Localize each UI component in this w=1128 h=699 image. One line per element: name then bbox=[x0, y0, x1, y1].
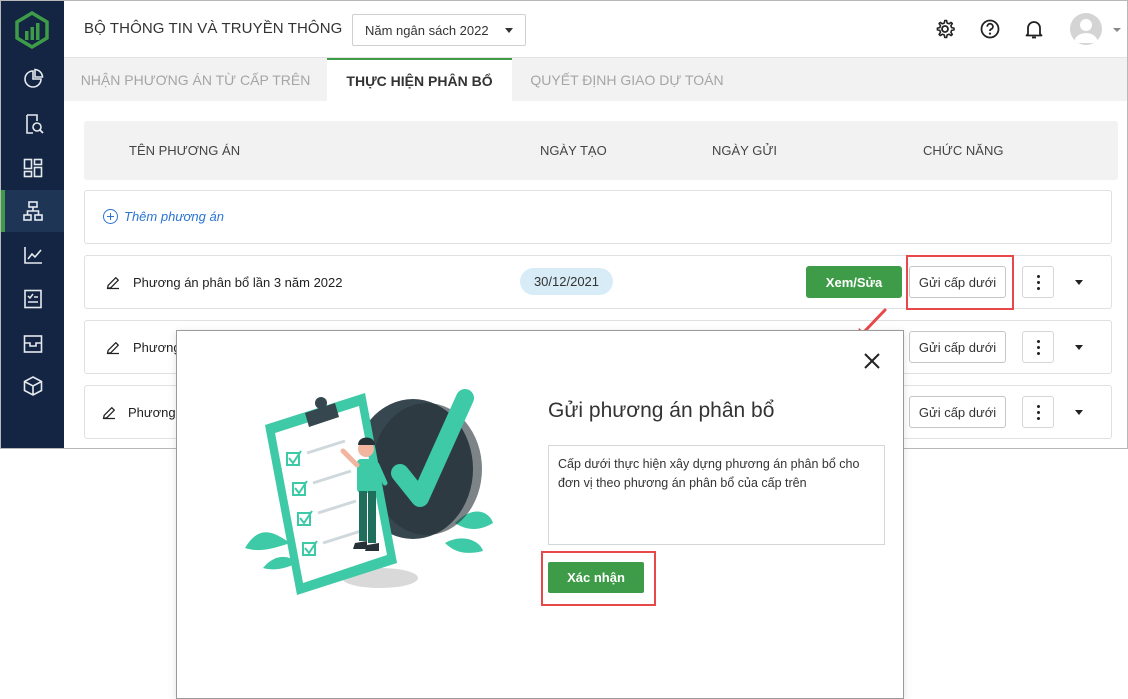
avatar[interactable] bbox=[1070, 13, 1102, 45]
top-bar: BỘ THÔNG TIN VÀ TRUYỀN THÔNG Năm ngân sá… bbox=[64, 1, 1127, 58]
help-icon[interactable] bbox=[979, 18, 1001, 40]
tab-allocation[interactable]: THỰC HIỆN PHÂN BỔ bbox=[327, 58, 512, 101]
chevron-down-icon bbox=[505, 28, 513, 33]
add-plan-label: Thêm phương án bbox=[124, 209, 224, 224]
expand-row-caret-icon[interactable] bbox=[1075, 280, 1083, 285]
dialog-message-field[interactable]: Cấp dưới thực hiện xây dựng phương án ph… bbox=[548, 445, 885, 545]
add-plan-link[interactable]: Thêm phương án bbox=[103, 209, 224, 224]
sidebar-item-reports[interactable] bbox=[1, 58, 64, 100]
org-title: BỘ THÔNG TIN VÀ TRUYỀN THÔNG bbox=[84, 20, 343, 37]
send-plan-dialog: Gửi phương án phân bổ Cấp dưới thực hiện… bbox=[176, 330, 904, 699]
checklist-icon bbox=[23, 289, 42, 309]
tabs-bar: NHẬN PHƯƠNG ÁN TỪ CẤP TRÊN THỰC HIỆN PHÂ… bbox=[64, 58, 1127, 101]
more-options-button[interactable] bbox=[1022, 396, 1054, 428]
column-header-created: NGÀY TẠO bbox=[540, 143, 607, 158]
expand-row-caret-icon[interactable] bbox=[1075, 410, 1083, 415]
more-options-button[interactable] bbox=[1022, 331, 1054, 363]
pencil-icon[interactable] bbox=[105, 340, 121, 356]
sidebar-item-search[interactable] bbox=[1, 103, 64, 145]
tab-budget-decision[interactable]: QUYẾT ĐỊNH GIAO DỰ TOÁN bbox=[512, 58, 742, 101]
close-icon[interactable] bbox=[862, 351, 882, 371]
budget-year-value: Năm ngân sách 2022 bbox=[365, 23, 489, 38]
dashboard-grid-icon bbox=[23, 158, 42, 178]
add-plan-row: Thêm phương án bbox=[84, 190, 1112, 244]
send-to-subordinate-button[interactable]: Gửi cấp dưới bbox=[909, 396, 1006, 428]
sidebar-item-inbox[interactable] bbox=[1, 323, 64, 365]
column-header-name: TÊN PHƯƠNG ÁN bbox=[129, 143, 241, 158]
app-logo[interactable] bbox=[13, 11, 51, 49]
sidebar-item-dashboard[interactable] bbox=[1, 147, 64, 189]
column-header-sent: NGÀY GỬI bbox=[712, 143, 778, 158]
more-options-button[interactable] bbox=[1022, 266, 1054, 298]
sidebar-item-checklist[interactable] bbox=[1, 278, 64, 320]
created-date-badge: 30/12/2021 bbox=[520, 268, 613, 295]
plus-circle-icon bbox=[103, 209, 118, 224]
clipboard-illustration bbox=[245, 389, 493, 595]
send-to-subordinate-button[interactable]: Gửi cấp dưới bbox=[909, 331, 1006, 363]
expand-row-caret-icon[interactable] bbox=[1075, 345, 1083, 350]
bell-icon[interactable] bbox=[1023, 18, 1045, 40]
user-icon bbox=[1074, 19, 1098, 43]
pencil-icon[interactable] bbox=[105, 275, 121, 291]
account-menu-caret-icon[interactable] bbox=[1113, 28, 1121, 32]
sidebar bbox=[1, 1, 64, 448]
dialog-title: Gửi phương án phân bổ bbox=[548, 399, 775, 422]
document-search-icon bbox=[25, 114, 44, 134]
hierarchy-icon bbox=[22, 201, 43, 221]
sidebar-item-allocation[interactable] bbox=[1, 190, 64, 232]
send-button-highlight bbox=[906, 255, 1014, 310]
sidebar-item-analytics[interactable] bbox=[1, 234, 64, 276]
inbox-icon bbox=[23, 335, 42, 353]
line-chart-icon bbox=[23, 247, 42, 264]
cube-icon bbox=[23, 376, 42, 396]
column-header-actions: CHỨC NĂNG bbox=[923, 143, 1004, 158]
view-edit-button[interactable]: Xem/Sửa bbox=[806, 266, 902, 298]
table-header: TÊN PHƯƠNG ÁN NGÀY TẠO NGÀY GỬI CHỨC NĂN… bbox=[84, 121, 1118, 180]
pencil-icon[interactable] bbox=[101, 405, 117, 421]
plan-name: Phương bbox=[133, 340, 181, 355]
gear-icon[interactable] bbox=[934, 18, 956, 40]
budget-year-select[interactable]: Năm ngân sách 2022 bbox=[352, 14, 526, 46]
tab-receive-from-superior[interactable]: NHẬN PHƯƠNG ÁN TỪ CẤP TRÊN bbox=[64, 58, 327, 101]
confirm-button-highlight bbox=[541, 551, 656, 606]
sidebar-item-modules[interactable] bbox=[1, 365, 64, 407]
plan-name: Phương bbox=[128, 405, 176, 420]
pie-chart-icon bbox=[23, 68, 43, 88]
plan-name: Phương án phân bổ lần 3 năm 2022 bbox=[133, 275, 343, 290]
